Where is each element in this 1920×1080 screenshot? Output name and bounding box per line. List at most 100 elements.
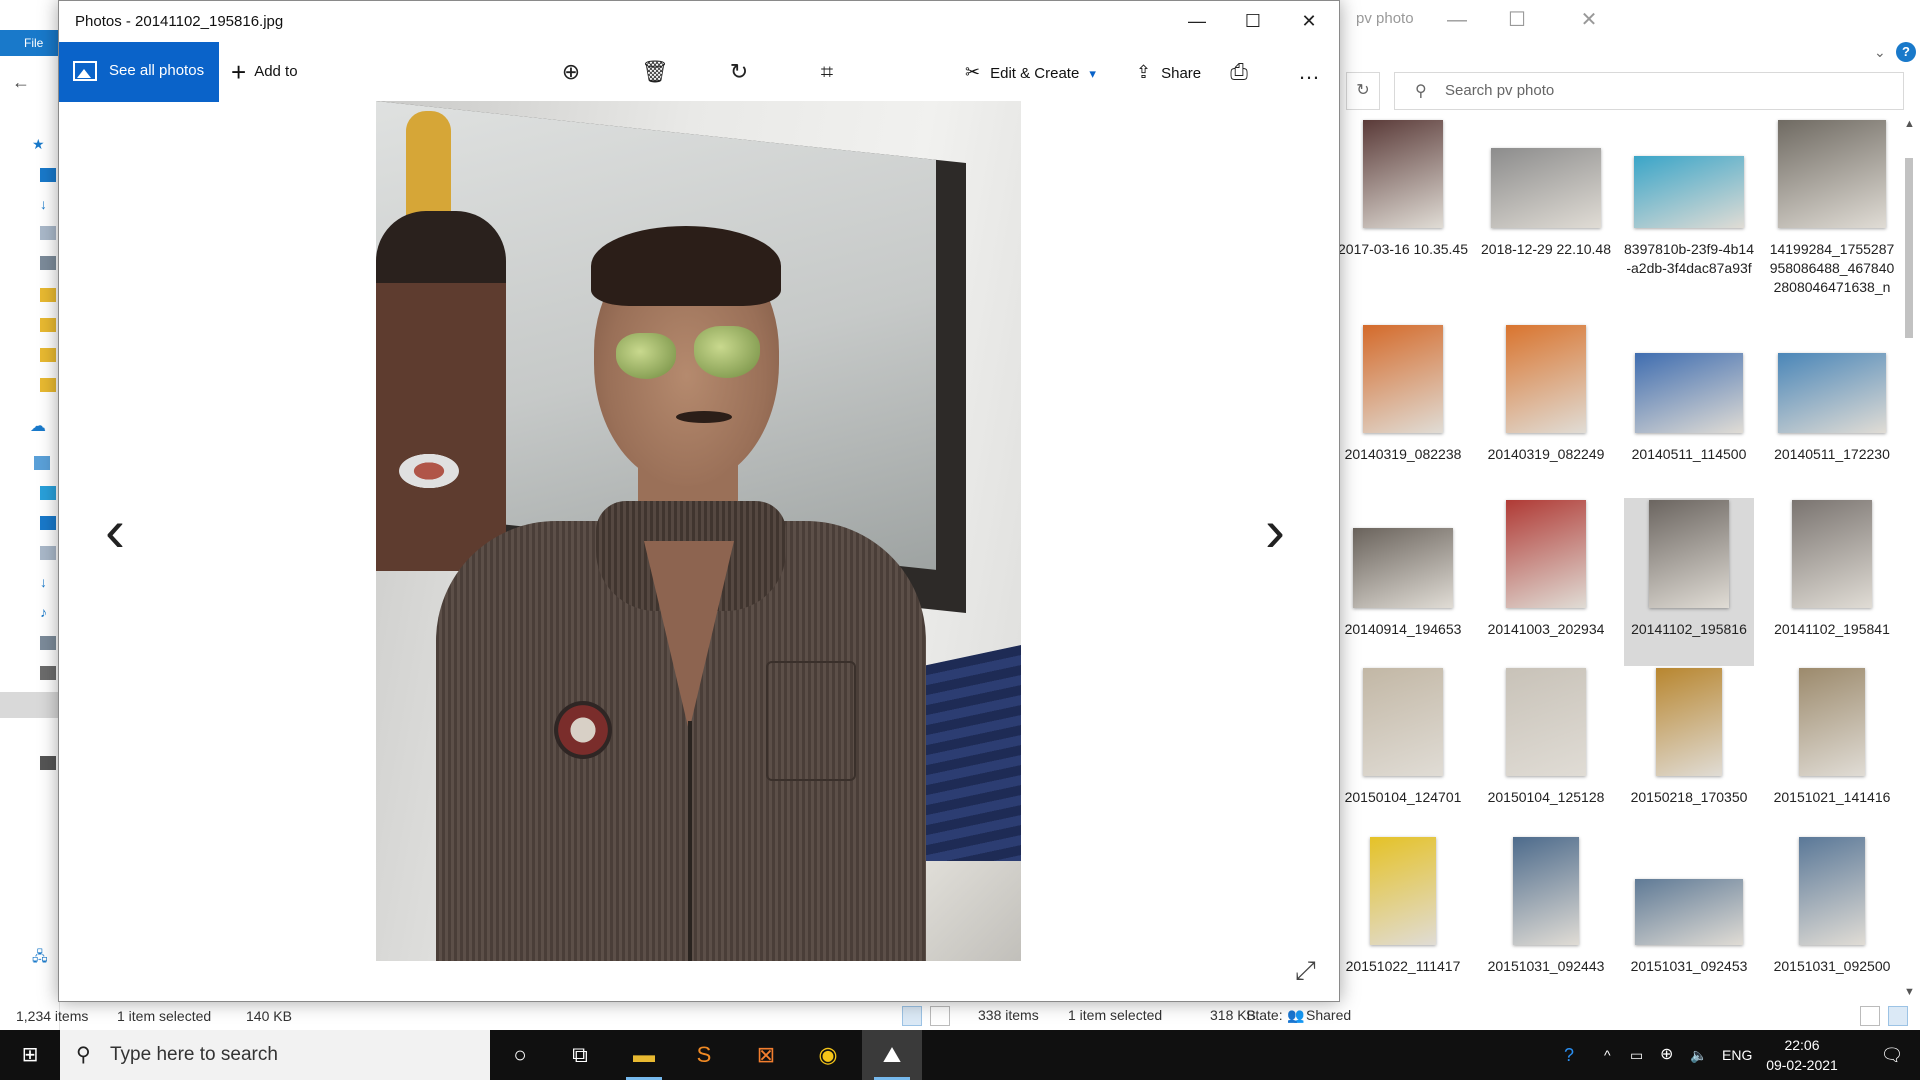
- edit-create-button[interactable]: ✂ Edit & Create ▾: [965, 42, 1096, 102]
- help-tray-icon[interactable]: ?: [1564, 1030, 1574, 1080]
- show-hidden-icons-icon[interactable]: ^: [1604, 1030, 1611, 1080]
- zoom-icon[interactable]: ⊕: [551, 42, 591, 102]
- notification-icon[interactable]: 🗨: [1864, 1030, 1920, 1080]
- windows-start-icon[interactable]: ⊞: [0, 1030, 60, 1080]
- help-icon[interactable]: ?: [1896, 42, 1916, 62]
- drive-icon[interactable]: [40, 756, 56, 770]
- network-icon[interactable]: 🖧: [32, 946, 48, 964]
- file-tile[interactable]: 20151031_092443: [1481, 835, 1611, 998]
- minimize-button[interactable]: —: [1169, 3, 1225, 39]
- xampp-icon[interactable]: ⊠: [736, 1030, 796, 1080]
- minimize-button[interactable]: —: [1432, 4, 1482, 36]
- drive-icon[interactable]: [40, 666, 56, 680]
- plus-icon: +: [231, 57, 247, 88]
- pictures-icon[interactable]: [40, 636, 56, 650]
- folder-icon[interactable]: [40, 318, 56, 332]
- file-tile[interactable]: 20140511_114500: [1624, 323, 1754, 491]
- file-tile[interactable]: 20151031_092500: [1767, 835, 1897, 998]
- picture-folder-icon[interactable]: [40, 256, 56, 270]
- network-globe-icon[interactable]: ⊕: [1660, 1030, 1673, 1080]
- file-name: 20140914_194653: [1344, 621, 1462, 637]
- taskbar-search-input[interactable]: ⚲ Type here to search: [60, 1030, 490, 1080]
- file-tile[interactable]: 20150218_170350: [1624, 666, 1754, 834]
- large-icons-view-button[interactable]: [1888, 1006, 1908, 1026]
- scroll-down-icon[interactable]: ▼: [1904, 986, 1915, 998]
- task-view-icon[interactable]: ⧉: [550, 1030, 610, 1080]
- crop-icon[interactable]: ⌗: [807, 42, 847, 102]
- cortana-icon[interactable]: ○: [490, 1030, 550, 1080]
- file-tile[interactable]: 2017-03-16 10.35.45: [1338, 118, 1468, 286]
- battery-icon[interactable]: ▭: [1630, 1030, 1643, 1080]
- system-clock[interactable]: 22:06 09-02-2021: [1752, 1035, 1852, 1075]
- next-photo-icon[interactable]: ›: [1265, 501, 1285, 561]
- file-tile[interactable]: 20140511_172230: [1767, 323, 1897, 491]
- document-icon[interactable]: [40, 226, 56, 240]
- details-view-button[interactable]: [902, 1006, 922, 1026]
- print-icon[interactable]: ⎙: [1219, 42, 1259, 102]
- file-name: 2018-12-29 22.10.48: [1481, 241, 1611, 257]
- add-to-label: Add to: [254, 63, 298, 80]
- chrome-icon[interactable]: ◉: [798, 1030, 858, 1080]
- file-explorer-window: pv photo — ☐ ✕ ⌄ ? ↻ ⚲ Search pv photo 2…: [1338, 0, 1920, 1030]
- previous-photo-icon[interactable]: ‹: [105, 501, 125, 561]
- download-icon[interactable]: ↓: [40, 196, 56, 212]
- close-button[interactable]: ✕: [1281, 3, 1337, 39]
- file-tile[interactable]: 14199284_1755287958086488_46784028080464…: [1767, 118, 1897, 295]
- file-tile[interactable]: 20141003_202934: [1481, 498, 1611, 666]
- chevron-down-icon[interactable]: ⌄: [1874, 44, 1886, 61]
- search-placeholder: Search pv photo: [1445, 82, 1555, 99]
- file-explorer-taskbar-icon[interactable]: ▬: [614, 1030, 674, 1080]
- 3d-objects-icon[interactable]: [40, 486, 56, 500]
- file-tile[interactable]: 20150104_125128: [1481, 666, 1611, 834]
- vertical-scrollbar[interactable]: ▲ ▼: [1900, 118, 1918, 998]
- share-label: Share: [1161, 65, 1202, 82]
- music-icon[interactable]: ♪: [40, 604, 56, 620]
- volume-icon[interactable]: 🔈: [1690, 1030, 1707, 1080]
- file-thumbnail: [1491, 148, 1601, 228]
- file-thumbnail: [1506, 500, 1586, 608]
- file-tile[interactable]: 20141102_195816: [1624, 498, 1754, 666]
- folder-icon[interactable]: [40, 348, 56, 362]
- details-view-button[interactable]: [1860, 1006, 1880, 1026]
- desktop-icon[interactable]: [40, 516, 56, 530]
- search-input[interactable]: ⚲ Search pv photo: [1394, 72, 1904, 110]
- sublime-text-icon[interactable]: S: [674, 1030, 734, 1080]
- file-tile[interactable]: 20150104_124701: [1338, 666, 1468, 834]
- fullscreen-icon[interactable]: ⤢: [1295, 955, 1316, 987]
- file-tile[interactable]: 20141102_195841: [1767, 498, 1897, 666]
- large-icons-view-button[interactable]: [930, 1006, 950, 1026]
- onedrive-icon[interactable]: ☁: [30, 416, 46, 435]
- file-tab[interactable]: File: [0, 30, 58, 56]
- scroll-up-icon[interactable]: ▲: [1904, 118, 1915, 130]
- scrollbar-thumb[interactable]: [1905, 158, 1913, 338]
- documents-icon[interactable]: [40, 546, 56, 560]
- file-tile[interactable]: 20151021_141416: [1767, 666, 1897, 834]
- language-indicator[interactable]: ENG: [1722, 1030, 1752, 1080]
- file-tile[interactable]: 20140319_082249: [1481, 323, 1611, 491]
- maximize-button[interactable]: ☐: [1492, 4, 1542, 36]
- file-tile[interactable]: 2018-12-29 22.10.48: [1481, 118, 1611, 286]
- photos-taskbar-icon[interactable]: ⛰: [862, 1030, 922, 1080]
- share-button[interactable]: ⇪ Share: [1136, 42, 1201, 102]
- maximize-button[interactable]: ☐: [1225, 3, 1281, 39]
- folder-icon[interactable]: [40, 168, 56, 182]
- downloads-icon[interactable]: ↓: [40, 574, 56, 590]
- file-tile[interactable]: 8397810b-23f9-4b14-a2db-3f4dac87a93f: [1624, 118, 1754, 286]
- selected-nav-row[interactable]: [0, 692, 60, 718]
- file-tile[interactable]: 20151022_111417: [1338, 835, 1468, 998]
- back-arrow-icon[interactable]: ←: [12, 72, 30, 93]
- quick-access-star-icon[interactable]: ★: [32, 136, 48, 152]
- see-all-photos-button[interactable]: See all photos: [59, 42, 219, 102]
- more-options-icon[interactable]: …: [1289, 42, 1329, 102]
- file-tile[interactable]: 20140914_194653: [1338, 498, 1468, 666]
- add-to-button[interactable]: + Add to: [231, 42, 298, 102]
- this-pc-icon[interactable]: [34, 456, 50, 470]
- folder-icon[interactable]: [40, 288, 56, 302]
- refresh-button[interactable]: ↻: [1346, 72, 1380, 110]
- delete-icon[interactable]: 🗑: [635, 42, 675, 102]
- file-tile[interactable]: 20140319_082238: [1338, 323, 1468, 491]
- file-tile[interactable]: 20151031_092453: [1624, 835, 1754, 998]
- rotate-icon[interactable]: ↻: [719, 42, 759, 102]
- close-button[interactable]: ✕: [1564, 4, 1614, 36]
- folder-icon[interactable]: [40, 378, 56, 392]
